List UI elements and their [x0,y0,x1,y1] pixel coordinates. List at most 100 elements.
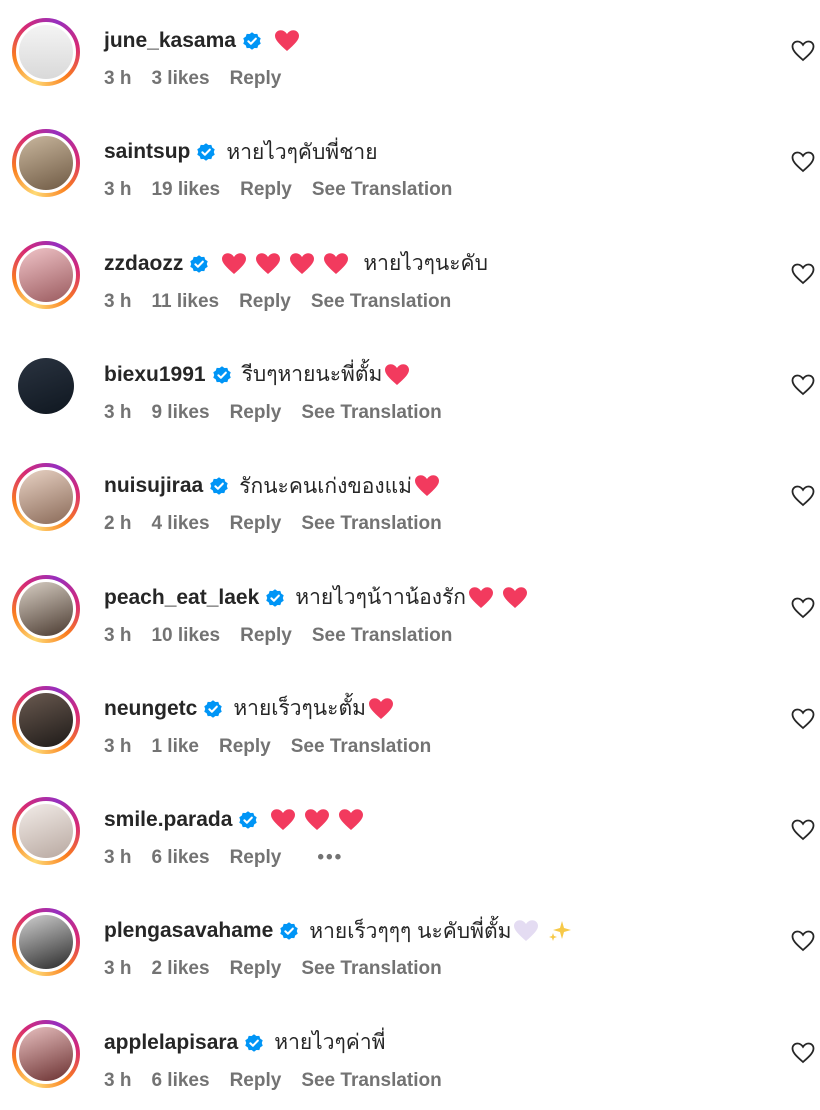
timestamp[interactable]: 3 h [104,1070,131,1092]
reply-button[interactable]: Reply [230,68,282,90]
see-translation-button[interactable]: See Translation [311,291,451,313]
timestamp[interactable]: 3 h [104,625,131,647]
username[interactable]: zzdaozz [104,252,183,276]
comment-meta: 3 h 11 likes Reply See Translation [104,291,471,313]
avatar-ring[interactable] [12,240,80,309]
username[interactable]: biexu1991 [104,363,206,387]
like-heart-icon[interactable] [791,1042,815,1064]
reply-button[interactable]: Reply [219,736,271,758]
verified-badge-icon [239,811,258,829]
avatar[interactable] [16,689,76,750]
verified-badge-icon [197,143,216,162]
like-heart-icon[interactable] [791,708,815,730]
avatar[interactable] [16,133,76,194]
likes-count[interactable]: 6 likes [151,847,209,869]
timestamp[interactable]: 3 h [104,847,131,869]
avatar-ring[interactable] [12,352,80,420]
timestamp[interactable]: 3 h [104,736,131,758]
comment-item: plengasavahame หายเร็วๆๆๆ นะคับพี่ตั้ม 3… [0,898,820,998]
comment-meta: 3 h 9 likes Reply See Translation [104,402,462,424]
comment-meta: 2 h 4 likes Reply See Translation [104,513,462,535]
username[interactable]: smile.parada [104,808,232,832]
avatar[interactable] [16,801,76,862]
see-translation-button[interactable]: See Translation [291,736,431,758]
likes-count[interactable]: 10 likes [151,625,220,647]
see-translation-button[interactable]: See Translation [301,402,441,424]
avatar-ring[interactable] [12,797,80,866]
avatar-ring[interactable] [12,574,80,643]
verified-badge-icon [266,588,284,607]
avatar[interactable] [18,357,74,414]
timestamp[interactable]: 3 h [104,291,131,313]
username[interactable]: nuisujiraa [104,474,203,498]
likes-count[interactable]: 9 likes [151,402,209,424]
comment-item: saintsup หายไวๆคับพี่ชาย 3 h 19 likes Re… [0,119,820,219]
like-heart-icon[interactable] [791,930,815,952]
verified-badge-icon [190,254,209,273]
username[interactable]: june_kasama [104,29,236,53]
reply-button[interactable]: Reply [230,847,282,869]
likes-count[interactable]: 4 likes [151,513,209,535]
reply-button[interactable]: Reply [240,179,292,201]
verified-badge-icon [210,477,228,495]
avatar-ring[interactable] [12,685,80,754]
like-heart-icon[interactable] [791,485,815,507]
username[interactable]: peach_eat_laek [104,586,259,610]
like-heart-icon[interactable] [791,151,815,173]
see-translation-button[interactable]: See Translation [301,1070,441,1092]
comment-meta: 3 h 19 likes Reply See Translation [104,179,472,201]
avatar-ring[interactable] [12,18,80,86]
timestamp[interactable]: 3 h [104,958,131,980]
username[interactable]: neungetc [104,697,197,721]
avatar-ring[interactable] [12,129,80,198]
timestamp[interactable]: 3 h [104,179,131,201]
heart-emoji-icon [305,809,330,831]
avatar[interactable] [16,578,76,639]
avatar[interactable] [16,467,76,528]
more-options-icon[interactable]: ••• [317,847,343,869]
see-translation-button[interactable]: See Translation [312,179,452,201]
username[interactable]: saintsup [104,140,190,164]
avatar[interactable] [16,244,76,305]
avatar[interactable] [16,22,76,82]
reply-button[interactable]: Reply [240,625,292,647]
comment-item: zzdaozz หายไวๆนะคับ 3 h 11 likes Reply S… [0,231,820,331]
timestamp[interactable]: 3 h [104,402,131,424]
avatar-ring[interactable] [12,463,80,532]
likes-count[interactable]: 1 like [151,736,199,758]
see-translation-button[interactable]: See Translation [301,958,441,980]
reply-button[interactable]: Reply [230,1070,282,1092]
heart-emoji-icon [414,475,439,497]
likes-count[interactable]: 2 likes [151,958,209,980]
like-heart-icon[interactable] [791,819,815,841]
comment-body: biexu1991 รีบๆหายนะพี่ตั้ม [104,360,410,390]
heart-emoji-icon [290,252,315,274]
avatar-ring[interactable] [12,908,80,977]
likes-count[interactable]: 3 likes [151,68,209,90]
avatar[interactable] [16,912,76,973]
see-translation-button[interactable]: See Translation [301,513,441,535]
comment-item: peach_eat_laek หายไวๆน้าาน้องรัก 3 h 10 … [0,565,820,665]
comment-body: peach_eat_laek หายไวๆน้าาน้องรัก [104,583,528,613]
timestamp[interactable]: 3 h [104,68,131,90]
reply-button[interactable]: Reply [230,402,282,424]
heart-emoji-icon [385,364,410,385]
avatar[interactable] [16,1023,76,1084]
see-translation-button[interactable]: See Translation [312,625,452,647]
likes-count[interactable]: 11 likes [151,291,219,313]
likes-count[interactable]: 6 likes [151,1070,209,1092]
comment-body: applelapisara หายไวๆค่าพี่ [104,1028,386,1058]
username[interactable]: plengasavahame [104,919,273,943]
reply-button[interactable]: Reply [230,513,282,535]
timestamp[interactable]: 2 h [104,513,131,535]
likes-count[interactable]: 19 likes [151,179,220,201]
like-heart-icon[interactable] [791,374,815,396]
like-heart-icon[interactable] [791,597,815,619]
like-heart-icon[interactable] [791,40,815,62]
heart-emoji-icon [469,586,494,608]
username[interactable]: applelapisara [104,1031,238,1055]
like-heart-icon[interactable] [791,263,815,285]
reply-button[interactable]: Reply [230,958,282,980]
reply-button[interactable]: Reply [239,291,291,313]
avatar-ring[interactable] [12,1019,80,1088]
